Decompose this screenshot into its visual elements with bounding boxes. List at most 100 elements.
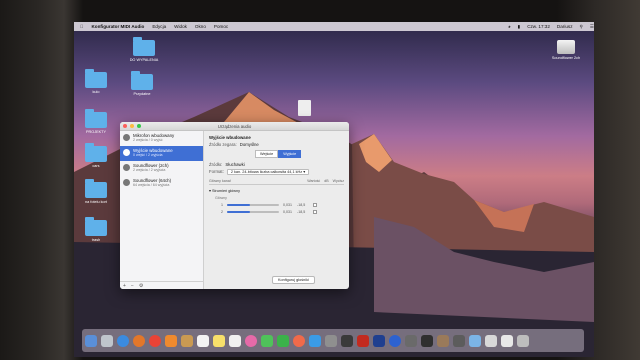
facetime-icon[interactable] xyxy=(277,334,289,347)
add-device-icon[interactable]: + xyxy=(123,283,126,289)
menu-edit[interactable]: Edycja xyxy=(152,24,166,29)
photos-icon[interactable] xyxy=(245,334,257,347)
desktop-folder[interactable]: Przydatne xyxy=(122,71,162,96)
music-icon[interactable] xyxy=(293,334,305,347)
volume-slider-fill xyxy=(227,203,251,206)
drive-icon xyxy=(557,40,575,54)
launchpad-icon[interactable] xyxy=(101,334,113,347)
desktop-folder[interactable]: cars xyxy=(76,143,116,168)
io-segmented-control: Wejście Wyjście xyxy=(255,150,344,158)
format-select[interactable]: 2 kan. 24-bitowa liczba całkowita 44,1 k… xyxy=(226,168,310,175)
desktop-folder[interactable]: kulo xyxy=(76,69,116,94)
app-store-icon[interactable] xyxy=(309,334,321,347)
configure-speakers-button[interactable]: Konfiguruj głośniki xyxy=(272,276,315,284)
battery-icon[interactable]: ▮ xyxy=(518,24,521,30)
apple-menu-icon[interactable]:  xyxy=(80,24,83,29)
device-item[interactable]: Soundflower (64ch) 64 wejścia / 64 wyjśc… xyxy=(120,176,203,191)
filezilla-icon[interactable] xyxy=(357,334,369,347)
menu-window[interactable]: Okno xyxy=(195,24,206,29)
microphone-icon xyxy=(123,134,130,141)
window-titlebar[interactable]: Urządzenia audio xyxy=(120,122,349,131)
folder-icon xyxy=(85,69,107,88)
channels-group-label: Główny xyxy=(215,195,227,200)
calculator-icon[interactable] xyxy=(405,334,417,347)
folder-icon xyxy=(85,217,107,236)
photoshop-icon[interactable] xyxy=(373,334,385,347)
volume-slider[interactable] xyxy=(227,210,279,213)
menu-app-name[interactable]: Konfigurator MIDI Audio xyxy=(91,24,144,29)
tab-main-channel[interactable]: Główny kanał xyxy=(209,179,231,183)
folder-icon xyxy=(85,179,107,198)
column-db: dB xyxy=(324,179,329,183)
desktop-folder[interactable]: trash xyxy=(76,217,116,242)
gear-icon[interactable]: ⚙ xyxy=(139,283,143,289)
laptop-bezel:  Konfigurator MIDI Audio Edycja Widok O… xyxy=(0,0,640,360)
desktop-icon-label: na fotelu kort xyxy=(85,200,107,204)
firefox-icon[interactable] xyxy=(133,334,145,347)
menubar-clock[interactable]: Czw. 17:32 xyxy=(527,24,550,29)
tab-output[interactable]: Wyjście xyxy=(278,150,302,158)
desktop-folder[interactable]: na fotelu kort xyxy=(76,179,116,204)
mute-checkbox[interactable] xyxy=(313,209,317,214)
device-item[interactable]: Mikrofon wbudowany 2 wejścia / 0 wyjść xyxy=(120,131,203,146)
device-io: 0 wejść / 2 wyjścia xyxy=(133,153,163,157)
safari-icon[interactable] xyxy=(117,334,129,347)
reminders-icon[interactable] xyxy=(229,334,241,347)
utility-app-icon[interactable] xyxy=(437,334,449,347)
mute-checkbox[interactable] xyxy=(313,202,317,207)
master-stream-label: Strumień główny xyxy=(211,188,241,193)
downloads-folder-icon[interactable] xyxy=(469,334,481,347)
device-io: 2 wejścia / 2 wyjścia xyxy=(133,168,166,172)
finder-window-icon[interactable] xyxy=(501,334,513,347)
contacts-icon[interactable] xyxy=(181,334,193,347)
menubar-user[interactable]: Dariusz xyxy=(557,24,573,29)
finder-icon[interactable] xyxy=(85,334,97,347)
desktop-drive[interactable]: Soundflower 2ch xyxy=(546,40,586,60)
tab-input[interactable]: Wejście xyxy=(255,150,279,158)
spotlight-icon[interactable]: ⚲ xyxy=(580,24,583,30)
soundflower-icon xyxy=(123,179,130,186)
menu-help[interactable]: Pomoc xyxy=(214,24,228,29)
speaker-icon xyxy=(123,149,130,156)
device-item[interactable]: Soundflower (2ch) 2 wejścia / 2 wyjścia xyxy=(120,161,203,176)
menu-view[interactable]: Widok xyxy=(174,24,187,29)
folder-icon xyxy=(133,37,155,56)
chevron-down-icon: ▾ xyxy=(303,169,306,174)
dock xyxy=(82,329,584,352)
column-value: Wartość xyxy=(307,179,321,183)
volume-slider[interactable] xyxy=(227,203,279,206)
format-label: Format: xyxy=(209,169,224,174)
source-value[interactable]: Słuchawki xyxy=(225,162,244,167)
channel-row: 2 0,031 -18,5 xyxy=(209,208,344,215)
mac-desktop:  Konfigurator MIDI Audio Edycja Widok O… xyxy=(74,22,594,357)
device-title: Wyjście wbudowane xyxy=(209,135,251,140)
notification-center-icon[interactable]: ☰ xyxy=(590,24,594,30)
trash-icon[interactable] xyxy=(517,334,529,347)
folder-icon xyxy=(85,143,107,162)
device-list: Mikrofon wbudowany 2 wejścia / 0 wyjść W… xyxy=(120,131,204,289)
document-icon[interactable] xyxy=(298,100,311,116)
calendar-icon[interactable] xyxy=(197,334,209,347)
clock-source-value[interactable]: Domyślne xyxy=(240,142,259,147)
notes-icon[interactable] xyxy=(213,334,225,347)
audio-midi-setup-icon[interactable] xyxy=(453,334,465,347)
document-stack-icon[interactable] xyxy=(485,334,497,347)
channel-db: -18,5 xyxy=(297,209,306,214)
messages-icon[interactable] xyxy=(261,334,273,347)
desktop-icon-label: trash xyxy=(91,238,101,242)
window-title: Urządzenia audio xyxy=(217,123,252,129)
audio-app-icon[interactable] xyxy=(341,334,353,347)
desktop-folder[interactable]: DO WYPALENIA xyxy=(124,37,164,62)
chrome-icon[interactable] xyxy=(149,334,161,347)
desktop-icon-label: kulo xyxy=(92,90,100,94)
settings-app-icon[interactable] xyxy=(165,334,177,347)
system-preferences-icon[interactable] xyxy=(325,334,337,347)
channel-value: 0,031 xyxy=(283,209,292,214)
skype-icon[interactable] xyxy=(389,334,401,347)
wifi-icon[interactable]: ◕ xyxy=(508,24,511,29)
device-io: 64 wejścia / 64 wyjścia xyxy=(133,183,170,187)
desktop-folder[interactable]: PROJEKTY xyxy=(76,109,116,134)
remove-device-icon[interactable]: − xyxy=(131,283,134,289)
device-item-selected[interactable]: Wyjście wbudowane 0 wejść / 2 wyjścia xyxy=(120,146,203,161)
terminal-icon[interactable] xyxy=(421,334,433,347)
